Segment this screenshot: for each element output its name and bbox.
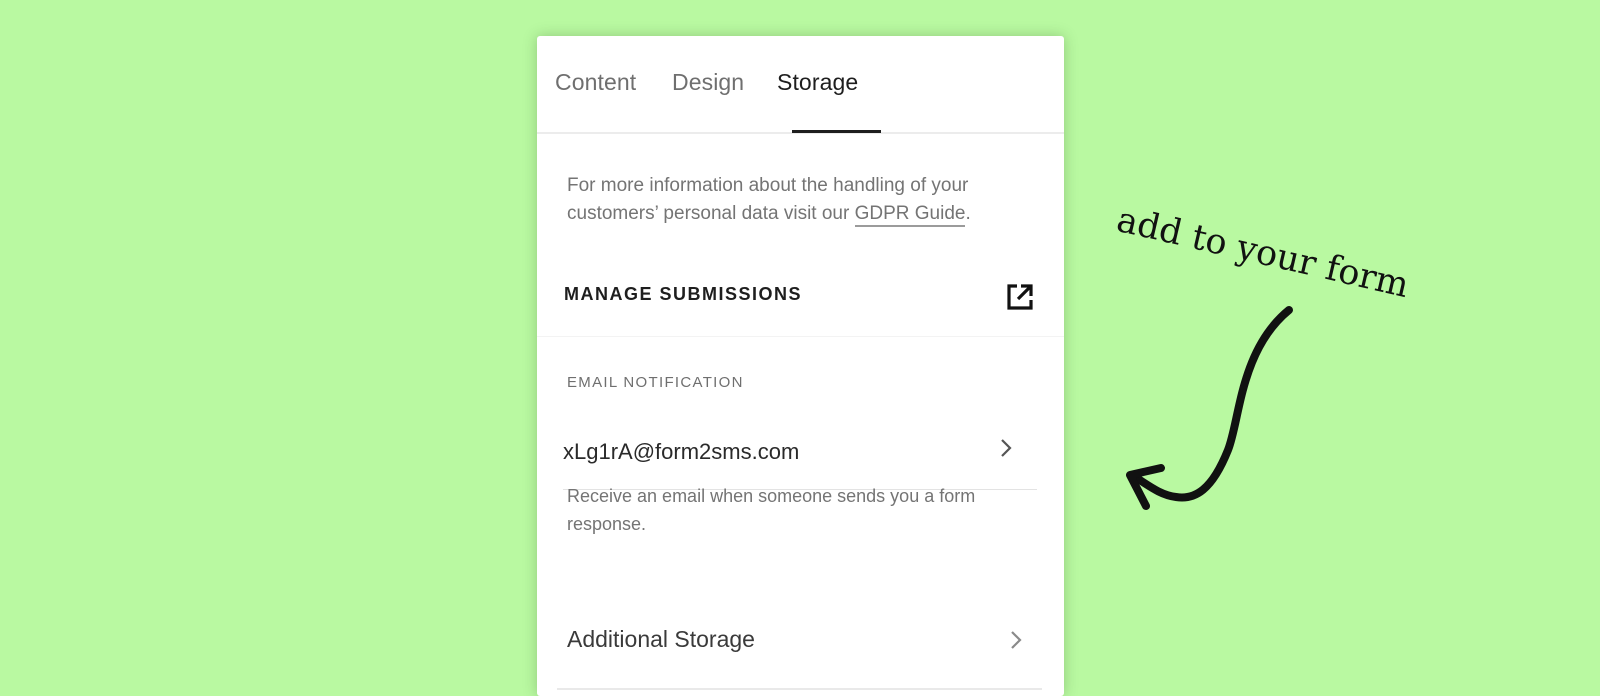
- chevron-right-icon: [1001, 439, 1012, 457]
- annotation-text: add to your form: [1113, 200, 1413, 307]
- settings-panel: Content Design Storage For more informat…: [537, 36, 1064, 696]
- gdpr-info-suffix: .: [965, 203, 971, 224]
- external-link-icon[interactable]: [1005, 282, 1035, 312]
- tab-storage[interactable]: Storage: [777, 69, 858, 96]
- additional-storage-label: Additional Storage: [567, 626, 755, 652]
- active-tab-indicator: [792, 130, 881, 133]
- additional-storage-row[interactable]: Additional Storage: [557, 596, 1042, 690]
- email-notification-help: Receive an email when someone sends you …: [567, 486, 976, 534]
- email-notification-value: xLg1rA@form2sms.com: [563, 439, 800, 464]
- tab-bar: Content Design Storage: [537, 36, 1064, 134]
- manage-submissions-row[interactable]: MANAGE SUBMISSIONS: [537, 272, 1064, 337]
- gdpr-info: For more information about the handling …: [567, 172, 1037, 228]
- chevron-right-icon: [1011, 631, 1022, 649]
- manage-submissions-label: MANAGE SUBMISSIONS: [564, 284, 803, 304]
- gdpr-guide-link[interactable]: GDPR Guide: [854, 203, 966, 227]
- email-notification-heading: EMAIL NOTIFICATION: [567, 374, 744, 391]
- tab-design[interactable]: Design: [672, 69, 744, 96]
- tab-content[interactable]: Content: [555, 69, 636, 96]
